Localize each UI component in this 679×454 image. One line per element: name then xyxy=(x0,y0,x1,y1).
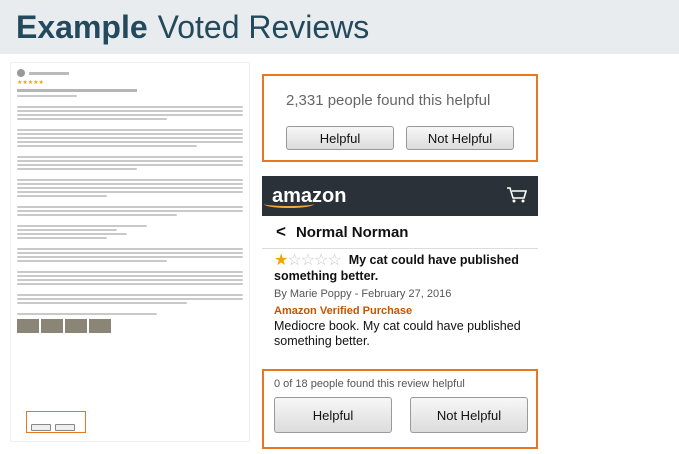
chevron-left-icon: < xyxy=(276,222,286,241)
helpful-count: 2,331 people found this helpful xyxy=(286,92,491,109)
amazon-top-bar: amazon xyxy=(262,176,538,216)
avatar xyxy=(17,69,25,77)
review-helpful-button[interactable]: Helpful xyxy=(274,397,392,433)
review-helpful-card: 0 of 18 people found this review helpful… xyxy=(262,369,538,449)
review-text-line1: Mediocre book. My cat could have publish… xyxy=(274,319,521,333)
long-review-thumbnail: ★★★★★ xyxy=(10,62,250,442)
verified-purchase-badge: Amazon Verified Purchase xyxy=(274,305,413,317)
reviewer-name: Normal Norman xyxy=(295,223,409,241)
slide-header: Example Voted Reviews xyxy=(0,0,679,54)
helpful-button[interactable]: Helpful xyxy=(286,126,394,150)
review-helpful-count: 0 of 18 people found this review helpful xyxy=(274,378,465,390)
amazon-smile-icon xyxy=(264,200,314,208)
star-rating: ★☆☆☆☆ xyxy=(274,252,342,269)
thumbnail-highlight-box xyxy=(26,411,86,433)
not-helpful-button[interactable]: Not Helpful xyxy=(406,126,514,150)
helpful-vote-card: 2,331 people found this helpful Helpful … xyxy=(262,74,538,162)
review-body: ★☆☆☆☆ My cat could have published someth… xyxy=(262,249,538,349)
review-text-line2: something better. xyxy=(274,334,370,348)
review-byline: By Marie Poppy - February 27, 2016 xyxy=(274,288,452,300)
header-title-light: Voted Reviews xyxy=(157,8,370,45)
thumbnail-stars: ★★★★★ xyxy=(17,80,44,86)
cart-icon[interactable] xyxy=(506,186,528,204)
thumbnail-not-helpful-button xyxy=(55,424,75,431)
thumbnail-helpful-button xyxy=(31,424,51,431)
review-not-helpful-button[interactable]: Not Helpful xyxy=(410,397,528,433)
review-title-line1: My cat could have published xyxy=(348,253,519,267)
header-title-bold: Example xyxy=(16,8,148,45)
review-title-line2: something better. xyxy=(274,269,379,283)
back-nav[interactable]: < Normal Norman xyxy=(262,216,538,248)
thumbnail-images xyxy=(17,319,243,333)
